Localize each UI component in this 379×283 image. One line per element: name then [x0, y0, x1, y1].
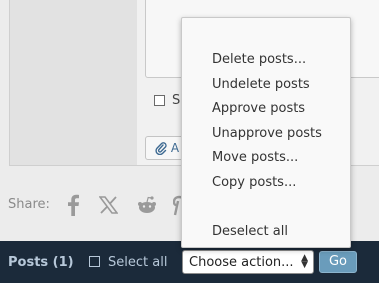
facebook-icon[interactable] — [66, 194, 80, 216]
menu-item-undelete-posts[interactable]: Undelete posts — [212, 77, 310, 92]
menu-item-unapprove-posts[interactable]: Unapprove posts — [212, 126, 322, 141]
reddit-icon[interactable] — [137, 196, 157, 214]
action-select[interactable]: Choose action... ▲ ▼ — [182, 250, 314, 274]
option-checkbox-label: S — [172, 93, 181, 108]
menu-item-move-posts[interactable]: Move posts... — [212, 150, 298, 165]
left-panel — [9, 0, 138, 166]
menu-item-deselect-all[interactable]: Deselect all — [212, 224, 288, 239]
menu-item-approve-posts[interactable]: Approve posts — [212, 101, 305, 116]
menu-item-delete-posts[interactable]: Delete posts... — [212, 52, 306, 67]
action-dropdown-menu: Delete posts... Undelete posts Approve p… — [181, 17, 351, 248]
action-select-value: Choose action... — [189, 255, 294, 270]
attach-files-label: A — [170, 141, 180, 155]
select-arrows-icon: ▲ ▼ — [301, 253, 308, 270]
menu-item-copy-posts[interactable]: Copy posts... — [212, 175, 296, 190]
option-checkbox[interactable] — [154, 95, 165, 106]
go-button[interactable]: Go — [319, 251, 357, 273]
share-label: Share: — [8, 197, 50, 212]
select-all-checkbox[interactable] — [89, 256, 100, 267]
selected-posts-count: Posts (1) — [8, 255, 74, 270]
x-icon[interactable] — [99, 196, 118, 214]
paperclip-icon — [155, 142, 167, 156]
select-all-label[interactable]: Select all — [108, 255, 167, 270]
